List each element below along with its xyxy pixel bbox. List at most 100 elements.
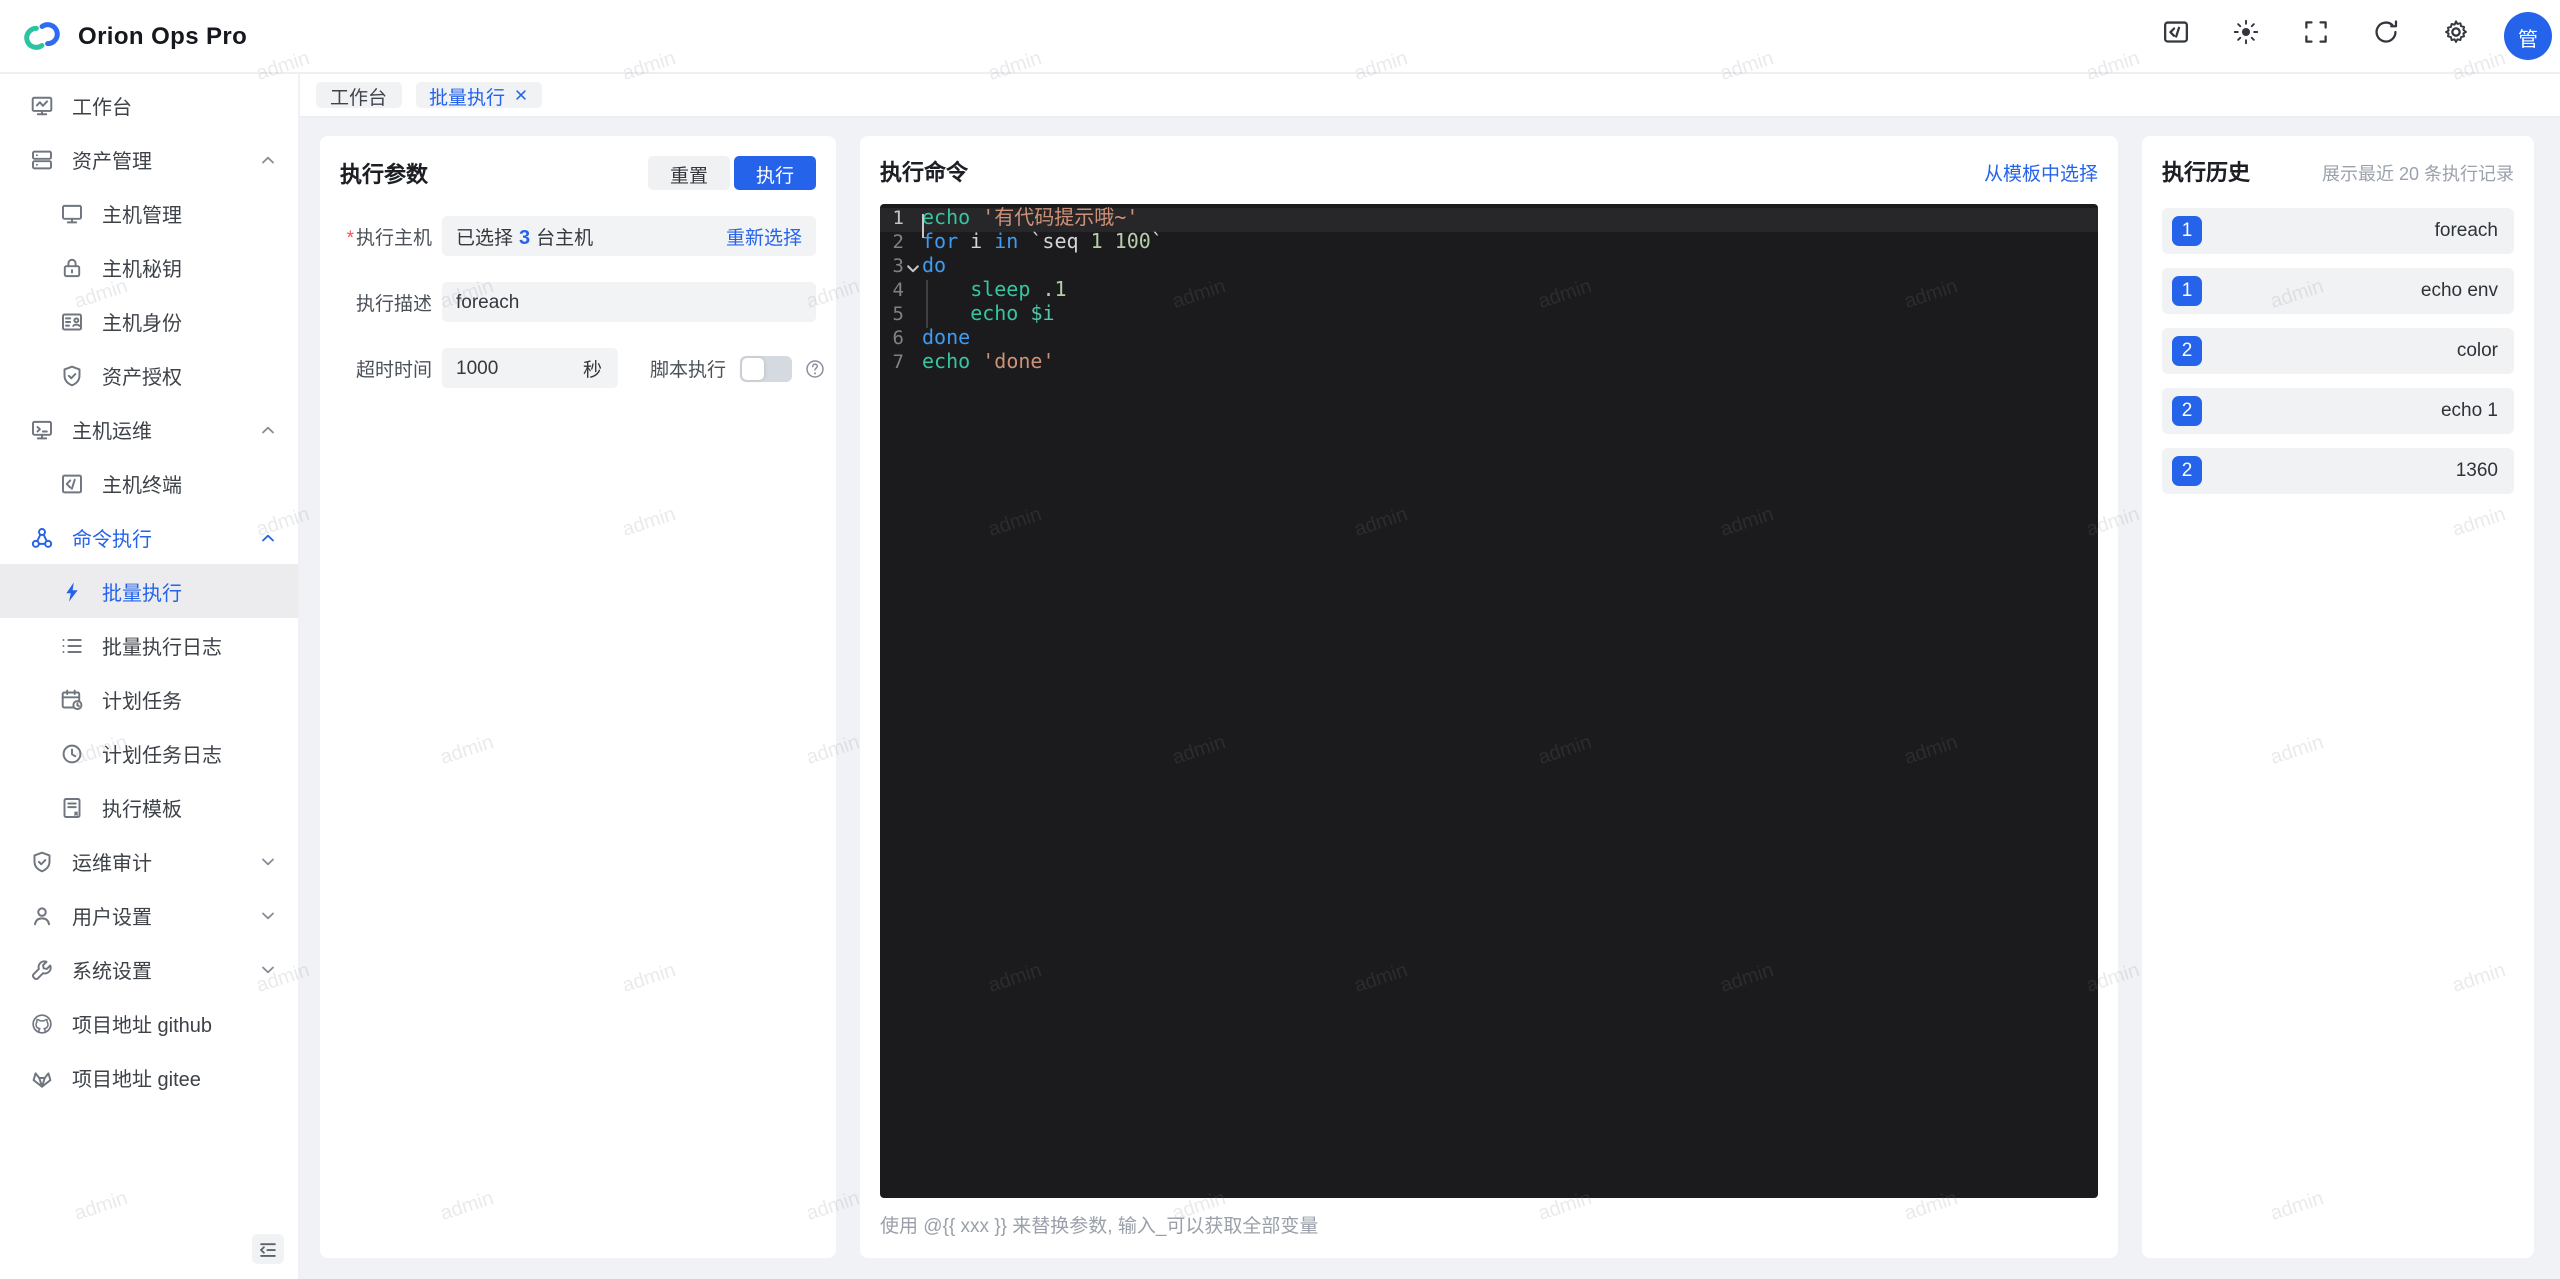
editor-line[interactable]: 3 do: [880, 256, 2098, 280]
editor-line[interactable]: 2 for i in `seq 1 100`: [880, 232, 2098, 256]
sidebar-item[interactable]: 主机身份: [0, 294, 298, 348]
sidebar-item[interactable]: 计划任务日志: [0, 726, 298, 780]
editor-line[interactable]: 7 echo 'done': [880, 352, 2098, 376]
sidebar-item[interactable]: 主机管理: [0, 186, 298, 240]
asset-management-icon: [30, 147, 54, 171]
header-action-button[interactable]: [2230, 18, 2262, 52]
host-key-icon: [60, 255, 84, 279]
header-actions: 管: [2160, 12, 2552, 60]
host-count-badge: 2: [2172, 456, 2202, 486]
content-area: 工作台 批量执行 执行参数 重置 执行 * 执行主机 已选择 3 台主机 重新选…: [300, 74, 2560, 1279]
sidebar-item[interactable]: 工作台: [0, 78, 298, 132]
gitee-icon: [30, 1065, 54, 1089]
shell-code-editor[interactable]: 1 echo '有代码提示哦~' 2 for i in `seq 1 100` 3 do 4…: [880, 204, 2098, 1198]
required-mark: *: [346, 228, 354, 250]
sidebar-collapse-button[interactable]: [252, 1234, 284, 1264]
sidebar-item[interactable]: 主机秘钥: [0, 240, 298, 294]
workbench-icon: [30, 93, 54, 117]
page-tab[interactable]: 批量执行: [415, 82, 542, 109]
sidebar-item[interactable]: 运维审计: [0, 834, 298, 888]
collapse-sidebar-icon: [258, 1239, 278, 1259]
select-from-template-link[interactable]: 从模板中选择: [1984, 158, 2098, 186]
description-input[interactable]: [442, 282, 816, 322]
line-number: 4: [892, 280, 904, 302]
sidebar-item[interactable]: 资产授权: [0, 348, 298, 402]
sidebar-item[interactable]: 计划任务: [0, 672, 298, 726]
command-exec-icon: [30, 525, 54, 549]
reselect-hosts-link[interactable]: 重新选择: [726, 222, 802, 250]
app-title: Orion Ops Pro: [78, 22, 248, 50]
host-terminal-icon: [60, 471, 84, 495]
history-record-row[interactable]: 2 1360: [2162, 448, 2514, 494]
sidebar-item[interactable]: 命令执行: [0, 510, 298, 564]
host-field-row: * 执行主机 已选择 3 台主机 重新选择: [340, 216, 816, 256]
header-action-button[interactable]: [2440, 19, 2472, 52]
host-ops-icon: [30, 417, 54, 441]
history-record-label: color: [2456, 340, 2498, 362]
editor-line[interactable]: 1 echo '有代码提示哦~': [880, 208, 2098, 238]
chevron-down-icon: [260, 853, 276, 869]
history-record-label: 1360: [2455, 460, 2498, 482]
execute-button[interactable]: 执行: [733, 156, 816, 190]
chevron-up-icon: [260, 421, 276, 437]
app-window: Orion Ops Pro 管 工作台 资产管理 主机管理 主机秘钥 主机身份 …: [0, 0, 2560, 1279]
execution-command-panel: 执行命令 从模板中选择 1 echo '有代码提示哦~' 2 for i in `se…: [860, 136, 2118, 1258]
header-action-button[interactable]: [2160, 20, 2192, 52]
sidebar-item[interactable]: 项目地址 github: [0, 996, 298, 1050]
toggle-knob: [742, 357, 765, 379]
system-settings-icon: [30, 957, 54, 981]
selected-hosts-field[interactable]: 已选择 3 台主机 重新选择: [442, 216, 816, 256]
audit-shield-icon: [30, 849, 54, 873]
fold-open-icon[interactable]: [904, 256, 922, 280]
sidebar-item[interactable]: 执行模板: [0, 780, 298, 834]
history-record-label: echo 1: [2440, 400, 2498, 422]
host-count-badge: 2: [2172, 336, 2202, 366]
code-text: do: [922, 256, 947, 278]
sidebar-item[interactable]: 主机终端: [0, 456, 298, 510]
description-field-row: 执行描述: [340, 282, 816, 322]
history-record-label: foreach: [2434, 220, 2498, 242]
sidebar-item[interactable]: 批量执行日志: [0, 618, 298, 672]
sidebar-item[interactable]: 用户设置: [0, 888, 298, 942]
user-avatar[interactable]: 管: [2504, 12, 2552, 60]
chevron-down-icon: [260, 961, 276, 977]
execution-history-panel: 执行历史 展示最近 20 条执行记录 1 foreach 1 echo env …: [2142, 136, 2534, 1258]
cron-log-icon: [60, 741, 84, 765]
header-action-button[interactable]: [2370, 17, 2402, 55]
question-circle-icon[interactable]: [804, 357, 826, 379]
script-exec-toggle[interactable]: [740, 355, 793, 381]
sidebar-item[interactable]: 项目地址 gitee: [0, 1050, 298, 1104]
line-number: 7: [892, 352, 904, 374]
host-count: 3: [519, 228, 531, 250]
logo-icon: [20, 21, 64, 51]
sidebar-item[interactable]: 主机运维: [0, 402, 298, 456]
history-record-row[interactable]: 1 foreach: [2162, 208, 2514, 254]
timeout-field-row: 超时时间 秒 脚本执行: [340, 348, 824, 388]
reset-button[interactable]: 重置: [647, 156, 730, 190]
header-action-button[interactable]: [2300, 20, 2332, 52]
host-count-badge: 1: [2172, 276, 2202, 306]
editor-line[interactable]: 4 sleep .1: [880, 280, 2098, 304]
app-logo[interactable]: Orion Ops Pro: [20, 21, 247, 51]
history-record-label: echo env: [2420, 280, 2498, 302]
host-count-badge: 2: [2172, 396, 2202, 426]
editor-line[interactable]: 6 done: [880, 328, 2098, 352]
params-panel-title: 执行参数: [340, 163, 428, 187]
timeout-input[interactable]: [442, 357, 558, 379]
line-number: 5: [892, 304, 904, 326]
history-record-row[interactable]: 2 echo 1: [2162, 388, 2514, 434]
sidebar-item[interactable]: 批量执行: [0, 564, 298, 618]
sidebar-item[interactable]: 系统设置: [0, 942, 298, 996]
timeout-field-label: 超时时间: [355, 360, 432, 382]
line-number: 3: [892, 256, 904, 278]
refresh-icon: [2372, 17, 2400, 55]
sidebar-item[interactable]: 资产管理: [0, 132, 298, 186]
editor-line[interactable]: 5 echo $i: [880, 304, 2098, 328]
history-record-row[interactable]: 2 color: [2162, 328, 2514, 374]
close-icon[interactable]: [513, 88, 527, 102]
page-tab[interactable]: 工作台: [316, 82, 402, 109]
history-record-row[interactable]: 1 echo env: [2162, 268, 2514, 314]
sidebar: 工作台 资产管理 主机管理 主机秘钥 主机身份 资产授权 主机运维 主机终端 命…: [0, 74, 300, 1279]
asset-auth-icon: [60, 363, 84, 387]
script-exec-label: 脚本执行: [650, 360, 727, 382]
